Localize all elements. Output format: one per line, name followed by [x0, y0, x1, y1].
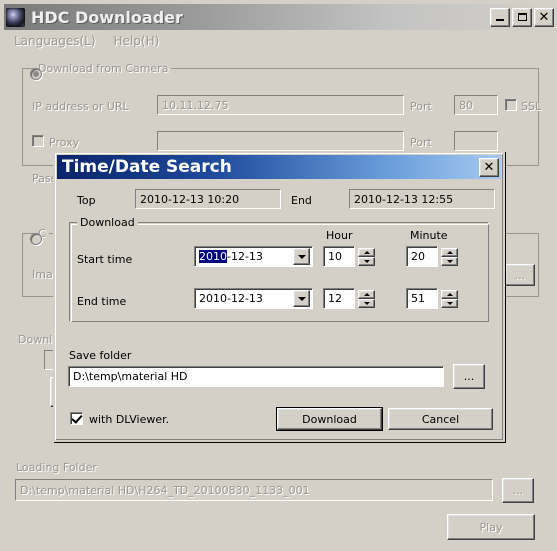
port-label: Port: [410, 100, 432, 113]
end-hour-stepper[interactable]: 12: [323, 288, 375, 309]
window-controls: ✕: [490, 7, 557, 27]
end-date-chevron-down-icon[interactable]: [293, 290, 310, 307]
with-dlviewer-checkbox[interactable]: [70, 412, 83, 425]
end-hour-spin-buttons: [358, 288, 375, 309]
start-hour-down-button[interactable]: [358, 256, 375, 266]
menubar: Languages(L) Help(H): [6, 32, 159, 50]
loading-folder-input[interactable]: D:\temp\material HD\H264_TD_20100830_113…: [15, 479, 493, 501]
app-window: HDC Downloader ✕ Languages(L) Help(H) Do…: [0, 0, 557, 551]
minimize-button[interactable]: [490, 7, 510, 27]
start-minute-up-button[interactable]: [441, 247, 458, 257]
loading-folder-label: Loading Folder: [16, 461, 97, 474]
start-time-label: Start time: [77, 253, 133, 266]
save-folder-input[interactable]: D:\temp\material HD: [68, 366, 444, 387]
start-hour-spin-buttons: [358, 246, 375, 267]
start-date-combo[interactable]: 2010-12-13: [194, 246, 313, 267]
download-group-legend: Download: [77, 216, 138, 229]
start-minute-spin-buttons: [441, 246, 458, 267]
end-minute-stepper[interactable]: 51: [406, 288, 458, 309]
end-minute-spin-buttons: [441, 288, 458, 309]
close-icon: ✕: [538, 9, 550, 25]
end-time-label: End time: [77, 295, 127, 308]
menu-item-languages[interactable]: Languages(L): [14, 34, 96, 48]
ssl-checkbox[interactable]: [505, 99, 517, 111]
radio-download-from-camera[interactable]: [30, 68, 42, 80]
minute-column-header: Minute: [410, 229, 448, 242]
hour-column-header: Hour: [326, 229, 353, 242]
with-dlviewer-label: with DLViewer.: [89, 413, 170, 426]
radio-download-from-file[interactable]: [30, 233, 42, 245]
end-date-value: 2010-12-13: [199, 292, 263, 305]
start-hour-stepper[interactable]: 10: [323, 246, 375, 267]
download-from-camera-legend: Download from Camera: [35, 62, 172, 75]
caret-down-icon: [446, 259, 453, 263]
cancel-button[interactable]: Cancel: [388, 408, 493, 430]
end-minute-down-button[interactable]: [441, 298, 458, 308]
caret-up-icon: [363, 292, 370, 296]
proxy-checkbox[interactable]: [32, 135, 44, 147]
caret-up-icon: [363, 250, 370, 254]
start-date-selected-part: 2010: [199, 250, 227, 263]
top-label: Top: [77, 194, 96, 207]
caret-down-icon: [363, 301, 370, 305]
caret-up-icon: [446, 292, 453, 296]
start-date-chevron-down-icon[interactable]: [293, 248, 310, 265]
end-date-combo[interactable]: 2010-12-13: [194, 288, 313, 309]
proxy-port-input[interactable]: [454, 131, 498, 151]
image-file-label: Ima: [32, 268, 53, 281]
start-minute-field[interactable]: 20: [406, 246, 438, 267]
start-date-value: 2010-12-13: [195, 250, 263, 263]
minimize-icon: [496, 19, 504, 21]
caret-down-icon: [446, 301, 453, 305]
main-titlebar: HDC Downloader ✕: [4, 4, 557, 30]
caret-down-icon: [363, 259, 370, 263]
ssl-label: SSL: [521, 100, 542, 113]
port-input[interactable]: 80: [454, 95, 498, 115]
download-button[interactable]: Download: [276, 407, 383, 431]
maximize-icon: [517, 13, 527, 21]
close-button[interactable]: ✕: [534, 7, 554, 27]
save-folder-browse-button[interactable]: ...: [453, 364, 485, 389]
end-hour-field[interactable]: 12: [323, 288, 355, 309]
ip-address-label: IP address or URL: [32, 100, 129, 113]
proxy-input[interactable]: [157, 131, 404, 151]
start-date-rest: -12-13: [227, 250, 263, 263]
end-minute-up-button[interactable]: [441, 289, 458, 299]
proxy-port-label: Port: [410, 136, 432, 149]
window-title: HDC Downloader: [31, 7, 183, 27]
end-minute-field[interactable]: 51: [406, 288, 438, 309]
caret-up-icon: [446, 250, 453, 254]
start-hour-up-button[interactable]: [358, 247, 375, 257]
start-minute-down-button[interactable]: [441, 256, 458, 266]
save-folder-label: Save folder: [69, 349, 132, 362]
dialog-title: Time/Date Search: [62, 157, 232, 177]
ip-address-input[interactable]: 10.11.12.75: [157, 95, 404, 115]
top-value-field: 2010-12-13 10:20: [135, 189, 281, 209]
close-icon: ✕: [483, 159, 495, 175]
proxy-label: Proxy: [49, 136, 80, 149]
start-hour-field[interactable]: 10: [323, 246, 355, 267]
dialog-titlebar: Time/Date Search ✕: [57, 155, 501, 179]
start-minute-stepper[interactable]: 20: [406, 246, 458, 267]
image-file-browse-button[interactable]: ...: [505, 264, 535, 286]
dialog-close-button[interactable]: ✕: [479, 157, 499, 177]
menu-item-help[interactable]: Help(H): [114, 34, 160, 48]
end-value-field: 2010-12-13 12:55: [349, 189, 495, 209]
end-hour-up-button[interactable]: [358, 289, 375, 299]
camera-lens-icon: [6, 7, 25, 27]
play-button[interactable]: Play: [447, 514, 535, 540]
maximize-button[interactable]: [512, 7, 532, 27]
loading-folder-browse-button[interactable]: ...: [502, 478, 534, 503]
end-label: End: [291, 194, 312, 207]
time-date-search-dialog: Time/Date Search ✕ Top 2010-12-13 10:20 …: [53, 151, 505, 442]
end-hour-down-button[interactable]: [358, 298, 375, 308]
